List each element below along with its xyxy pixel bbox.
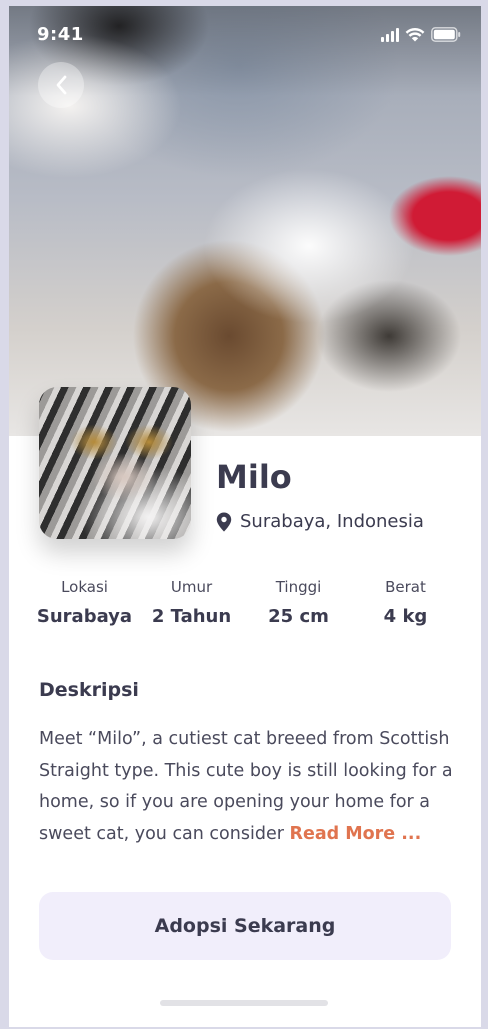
wifi-icon bbox=[405, 27, 425, 42]
stat-value: 4 kg bbox=[383, 606, 428, 627]
pet-avatar bbox=[39, 387, 191, 539]
home-indicator bbox=[160, 1000, 328, 1006]
stat-value: Surabaya bbox=[36, 606, 133, 627]
back-button[interactable] bbox=[38, 62, 84, 108]
stat-label: Lokasi bbox=[61, 578, 108, 596]
pet-location: Surabaya, Indonesia bbox=[216, 511, 424, 532]
stat-label: Tinggi bbox=[275, 578, 322, 596]
stat-lokasi: Lokasi Surabaya bbox=[31, 578, 138, 627]
read-more-link[interactable]: Read More ... bbox=[289, 824, 421, 844]
cellular-signal-icon bbox=[381, 28, 399, 42]
stat-value: 2 Tahun bbox=[151, 606, 232, 627]
stat-umur: Umur 2 Tahun bbox=[138, 578, 245, 627]
pet-stats: Lokasi Surabaya Umur 2 Tahun Tinggi 25 c… bbox=[31, 578, 459, 627]
stat-label: Umur bbox=[170, 578, 213, 596]
stat-tinggi: Tinggi 25 cm bbox=[245, 578, 352, 627]
description-text: Meet “Milo”, a cutiest cat breeed from S… bbox=[39, 724, 459, 850]
status-icons bbox=[381, 26, 461, 42]
battery-icon bbox=[431, 27, 461, 42]
map-pin-icon bbox=[216, 512, 232, 531]
pet-name: Milo bbox=[216, 458, 292, 496]
stat-label: Berat bbox=[385, 578, 426, 596]
description-title: Deskripsi bbox=[39, 679, 139, 701]
phone-screen: 9:41 Milo Surabaya, Indonesia Lokasi Sur… bbox=[9, 6, 481, 1027]
adopt-now-button[interactable]: Adopsi Sekarang bbox=[39, 892, 451, 960]
location-label: Surabaya, Indonesia bbox=[240, 511, 424, 532]
status-bar: 9:41 bbox=[9, 6, 481, 62]
stat-berat: Berat 4 kg bbox=[352, 578, 459, 627]
stat-value: 25 cm bbox=[268, 606, 329, 627]
status-time: 9:41 bbox=[37, 24, 84, 45]
chevron-left-icon bbox=[56, 75, 67, 95]
